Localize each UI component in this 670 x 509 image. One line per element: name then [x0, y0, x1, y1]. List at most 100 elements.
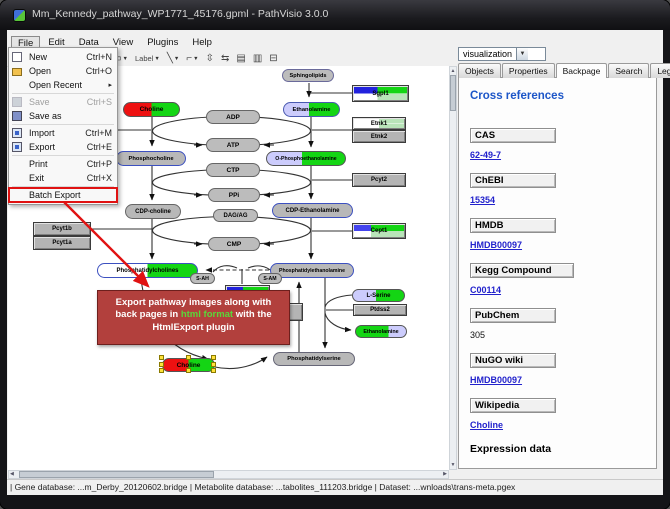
node-phosphatidylserine[interactable]: Phosphatidylserine	[273, 352, 355, 366]
node-label: PPi	[229, 192, 239, 199]
menu-item-label: Import	[29, 128, 55, 138]
chevron-down-icon: ▼	[174, 56, 179, 62]
print-icon: ⊟	[269, 53, 277, 64]
xref-link[interactable]: HMDB00097	[470, 375, 522, 385]
selection-handle[interactable]	[186, 368, 191, 373]
stack-horizontal-button[interactable]: ▥	[253, 53, 262, 64]
selection-handle[interactable]	[186, 355, 191, 360]
file-menu-item-open-recent[interactable]: Open Recent▸	[9, 78, 117, 92]
selection-handle[interactable]	[211, 362, 216, 367]
xref-link[interactable]: C00114	[470, 285, 501, 295]
scroll-left-icon[interactable]: ◀	[10, 471, 14, 478]
save-icon	[12, 97, 22, 107]
selection-handle[interactable]	[211, 368, 216, 373]
node-cdp-ethanolamine[interactable]: CDP-Ethanolamine	[272, 203, 353, 218]
chevron-down-icon[interactable]: ▼	[516, 48, 528, 60]
node-label: Choline	[140, 106, 164, 113]
stack-vertical-button[interactable]: ▤	[236, 53, 245, 64]
tab-properties[interactable]: Properties	[502, 63, 555, 78]
align-horizontal-button[interactable]: ⇆	[221, 53, 229, 64]
menu-plugins[interactable]: Plugins	[141, 36, 184, 51]
tab-search[interactable]: Search	[608, 63, 649, 78]
line-template-button[interactable]: ╲▼	[167, 53, 179, 64]
file-menu-item-batch-export[interactable]: Batch Export	[9, 188, 117, 202]
node-choline-top[interactable]: Choline	[123, 102, 180, 117]
node-sgpl1[interactable]: Sgpl1	[352, 85, 409, 102]
tab-backpage[interactable]: Backpage	[556, 63, 608, 78]
align-vertical-button[interactable]: ⇳	[206, 53, 214, 64]
menu-help[interactable]: Help	[186, 36, 218, 51]
node-ctp[interactable]: CTP	[206, 163, 260, 177]
new-file-icon	[12, 52, 22, 62]
tab-legend[interactable]: Legend	[650, 63, 670, 78]
node-pcyt1a[interactable]: Pcyt1a	[33, 236, 91, 250]
file-menu-item-import[interactable]: ImportCtrl+M	[9, 126, 117, 140]
connector-template-button[interactable]: ⌐▼	[186, 53, 198, 64]
file-menu-item-export[interactable]: ExportCtrl+E	[9, 140, 117, 154]
status-bar: | Gene database: ...m_Derby_20120602.bri…	[7, 479, 663, 495]
node-phosphatidylcholines[interactable]: Phosphatidylcholines	[97, 263, 198, 278]
xref-link[interactable]: 15354	[470, 195, 495, 205]
node-l-serine[interactable]: L-Serine	[352, 289, 405, 302]
node-dag-ag[interactable]: DAG/AG	[213, 209, 258, 222]
stack-horizontal-icon: ▥	[253, 53, 262, 64]
visualization-combobox[interactable]: visualization ▼	[458, 47, 546, 61]
line-template-icon: ╲	[167, 53, 173, 64]
node-ethanolamine-bottom[interactable]: Ethanolamine	[355, 325, 407, 338]
vertical-scroll-thumb[interactable]	[450, 75, 456, 111]
node-sphingolipids[interactable]: Sphingolipids	[282, 69, 334, 82]
node-phosphocholine[interactable]: Phosphocholine	[116, 151, 186, 166]
file-menu-item-print[interactable]: PrintCtrl+P	[9, 157, 117, 171]
node-ppi[interactable]: PPi	[208, 188, 260, 202]
xref-link[interactable]: 62-49-7	[470, 150, 501, 160]
scroll-right-icon[interactable]: ▶	[443, 471, 447, 478]
node-pcyt1b[interactable]: Pcyt1b	[33, 222, 91, 236]
node-etnk1[interactable]: Etnk1	[352, 117, 406, 130]
xref-link[interactable]: Choline	[470, 420, 503, 430]
file-menu-item-save-as[interactable]: Save as	[9, 109, 117, 123]
file-menu-item-exit[interactable]: ExitCtrl+X	[9, 171, 117, 185]
node-s-ah[interactable]: S-AH	[190, 273, 215, 284]
xref-source-label: ChEBI	[470, 173, 556, 188]
xref-source-label: Kegg Compound	[470, 263, 574, 278]
node-s-am[interactable]: S-AM	[258, 273, 282, 284]
selection-handle[interactable]	[159, 368, 164, 373]
node-label: Ethanolamine	[292, 107, 330, 113]
tab-objects[interactable]: Objects	[458, 63, 501, 78]
node-ptdss2[interactable]: Ptdss2	[353, 304, 407, 316]
node-adp[interactable]: ADP	[206, 110, 260, 124]
node-cmp[interactable]: CMP	[208, 237, 260, 251]
scroll-down-icon[interactable]: ▼	[450, 462, 456, 468]
file-menu: NewCtrl+NOpenCtrl+OOpen Recent▸SaveCtrl+…	[8, 47, 118, 205]
menu-separator	[12, 93, 114, 94]
scroll-up-icon[interactable]: ▲	[450, 68, 456, 74]
canvas-vertical-scrollbar[interactable]: ▲ ▼	[449, 66, 457, 470]
canvas-horizontal-scrollbar[interactable]: ◀ ▶	[8, 470, 449, 479]
node-o-phosphoethanolamine[interactable]: O-Phosphoethanolamine	[266, 151, 346, 166]
xref-link[interactable]: HMDB00097	[470, 240, 522, 250]
label-template-button[interactable]: Label▼	[135, 54, 160, 63]
node-etnk2[interactable]: Etnk2	[352, 130, 406, 143]
horizontal-scroll-thumb[interactable]	[19, 471, 214, 478]
node-atp[interactable]: ATP	[206, 138, 260, 152]
print-button[interactable]: ⊟	[269, 53, 277, 64]
file-menu-item-open[interactable]: OpenCtrl+O	[9, 64, 117, 78]
node-label: Etnk1	[371, 121, 387, 127]
selection-handle[interactable]	[159, 362, 164, 367]
node-label: Phosphatidylcholines	[116, 268, 178, 274]
node-label: Phosphatidylethanolamine	[279, 268, 345, 274]
node-ethanolamine-top[interactable]: Ethanolamine	[283, 102, 340, 117]
selection-handle[interactable]	[159, 355, 164, 360]
node-label: CDP-Ethanolamine	[285, 208, 339, 214]
node-label: ADP	[226, 114, 240, 121]
node-cdp-choline[interactable]: CDP-choline	[125, 204, 181, 219]
xref-value: 305	[470, 330, 485, 340]
visualization-value: visualization	[459, 49, 516, 59]
node-cept1[interactable]: Cept1	[352, 223, 406, 239]
node-phosphatidylethanolamine[interactable]: Phosphatidylethanolamine	[270, 263, 354, 278]
title-bar[interactable]: Mm_Kennedy_pathway_WP1771_45176.gpml - P…	[0, 0, 670, 30]
file-menu-item-new[interactable]: NewCtrl+N	[9, 50, 117, 64]
menu-item-label: Save as	[29, 111, 62, 121]
node-pcyt2[interactable]: Pcyt2	[352, 173, 406, 187]
selection-handle[interactable]	[211, 355, 216, 360]
